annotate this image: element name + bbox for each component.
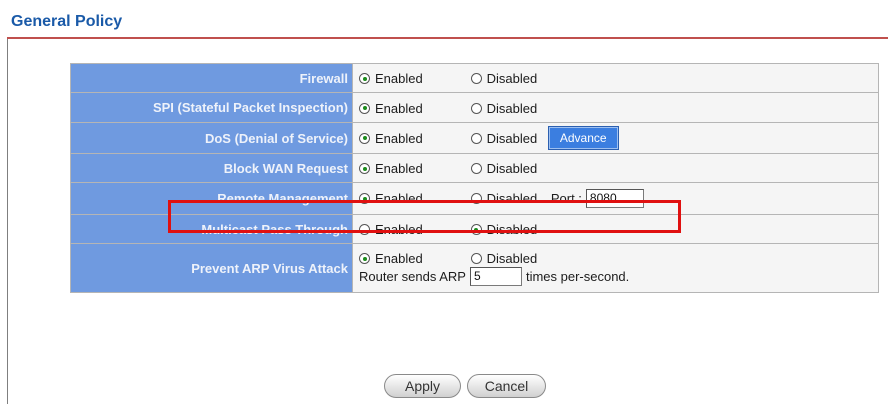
radio-checked-icon[interactable] [359,102,370,114]
option-label: Disabled [486,251,538,267]
row-label: Firewall [70,63,353,93]
advance-button[interactable]: Advance [548,127,618,149]
row-value: Enabled Disabled Router sends ARP 5 time… [352,243,879,293]
option-label: Enabled [375,130,423,146]
option-label: Disabled [486,130,538,146]
block-wan-disabled-option[interactable]: Disabled [470,161,538,177]
spi-enabled-option[interactable]: Enabled [359,101,467,116]
row-label: Block WAN Request [70,153,353,183]
arp-rate-line: Router sends ARP 5 times per-second. [359,267,878,287]
radio-checked-icon[interactable] [359,73,370,85]
option-label: Disabled [486,71,538,87]
arp-rate-input[interactable]: 5 [469,267,522,287]
option-label: Enabled [375,100,423,116]
row-value: Enabled Disabled [352,92,879,123]
radio-unchecked-icon[interactable] [470,163,482,175]
arp-enabled-option[interactable]: Enabled [359,251,467,266]
radio-unchecked-icon[interactable] [470,132,482,144]
firewall-enabled-option[interactable]: Enabled [359,71,467,86]
row-prevent-arp-virus-attack: Prevent ARP Virus Attack Enabled Disable… [70,243,879,293]
dos-enabled-option[interactable]: Enabled [359,131,467,146]
radio-unchecked-icon[interactable] [470,253,482,265]
radio-unchecked-icon[interactable] [470,102,482,114]
option-label: Enabled [375,161,423,177]
arp-prefix-text: Router sends ARP [359,269,466,285]
spi-disabled-option[interactable]: Disabled [470,100,538,116]
arp-suffix-text: times per-second. [525,269,630,285]
general-policy-table: Firewall Enabled Disabled SPI (Stateful … [70,63,879,293]
arp-disabled-option[interactable]: Disabled [470,251,538,267]
row-firewall: Firewall Enabled Disabled [70,63,879,93]
firewall-disabled-option[interactable]: Disabled [470,71,538,87]
remote-management-highlight [168,200,681,233]
option-label: Enabled [375,251,423,267]
frame-left-border [7,38,8,404]
row-value: Enabled Disabled [352,153,879,183]
row-value: Enabled Disabled Advance [352,122,879,154]
radio-checked-icon[interactable] [359,163,370,175]
option-label: Enabled [375,71,423,87]
title-divider [7,37,888,39]
row-value: Enabled Disabled [352,63,879,93]
option-label: Disabled [486,161,538,177]
page-title: General Policy [11,13,123,30]
row-block-wan-request: Block WAN Request Enabled Disabled [70,153,879,183]
row-spi: SPI (Stateful Packet Inspection) Enabled… [70,92,879,123]
radio-unchecked-icon[interactable] [470,73,482,85]
row-label: SPI (Stateful Packet Inspection) [70,92,353,123]
radio-checked-icon[interactable] [359,132,370,144]
dos-disabled-option[interactable]: Disabled [470,130,538,146]
option-label: Disabled [486,100,538,116]
row-label: DoS (Denial of Service) [70,122,353,154]
row-dos: DoS (Denial of Service) Enabled Disabled… [70,122,879,154]
row-label: Prevent ARP Virus Attack [70,243,353,293]
apply-button[interactable]: Apply [384,374,461,398]
block-wan-enabled-option[interactable]: Enabled [359,161,467,176]
cancel-button[interactable]: Cancel [467,374,546,398]
radio-checked-icon[interactable] [359,253,370,265]
